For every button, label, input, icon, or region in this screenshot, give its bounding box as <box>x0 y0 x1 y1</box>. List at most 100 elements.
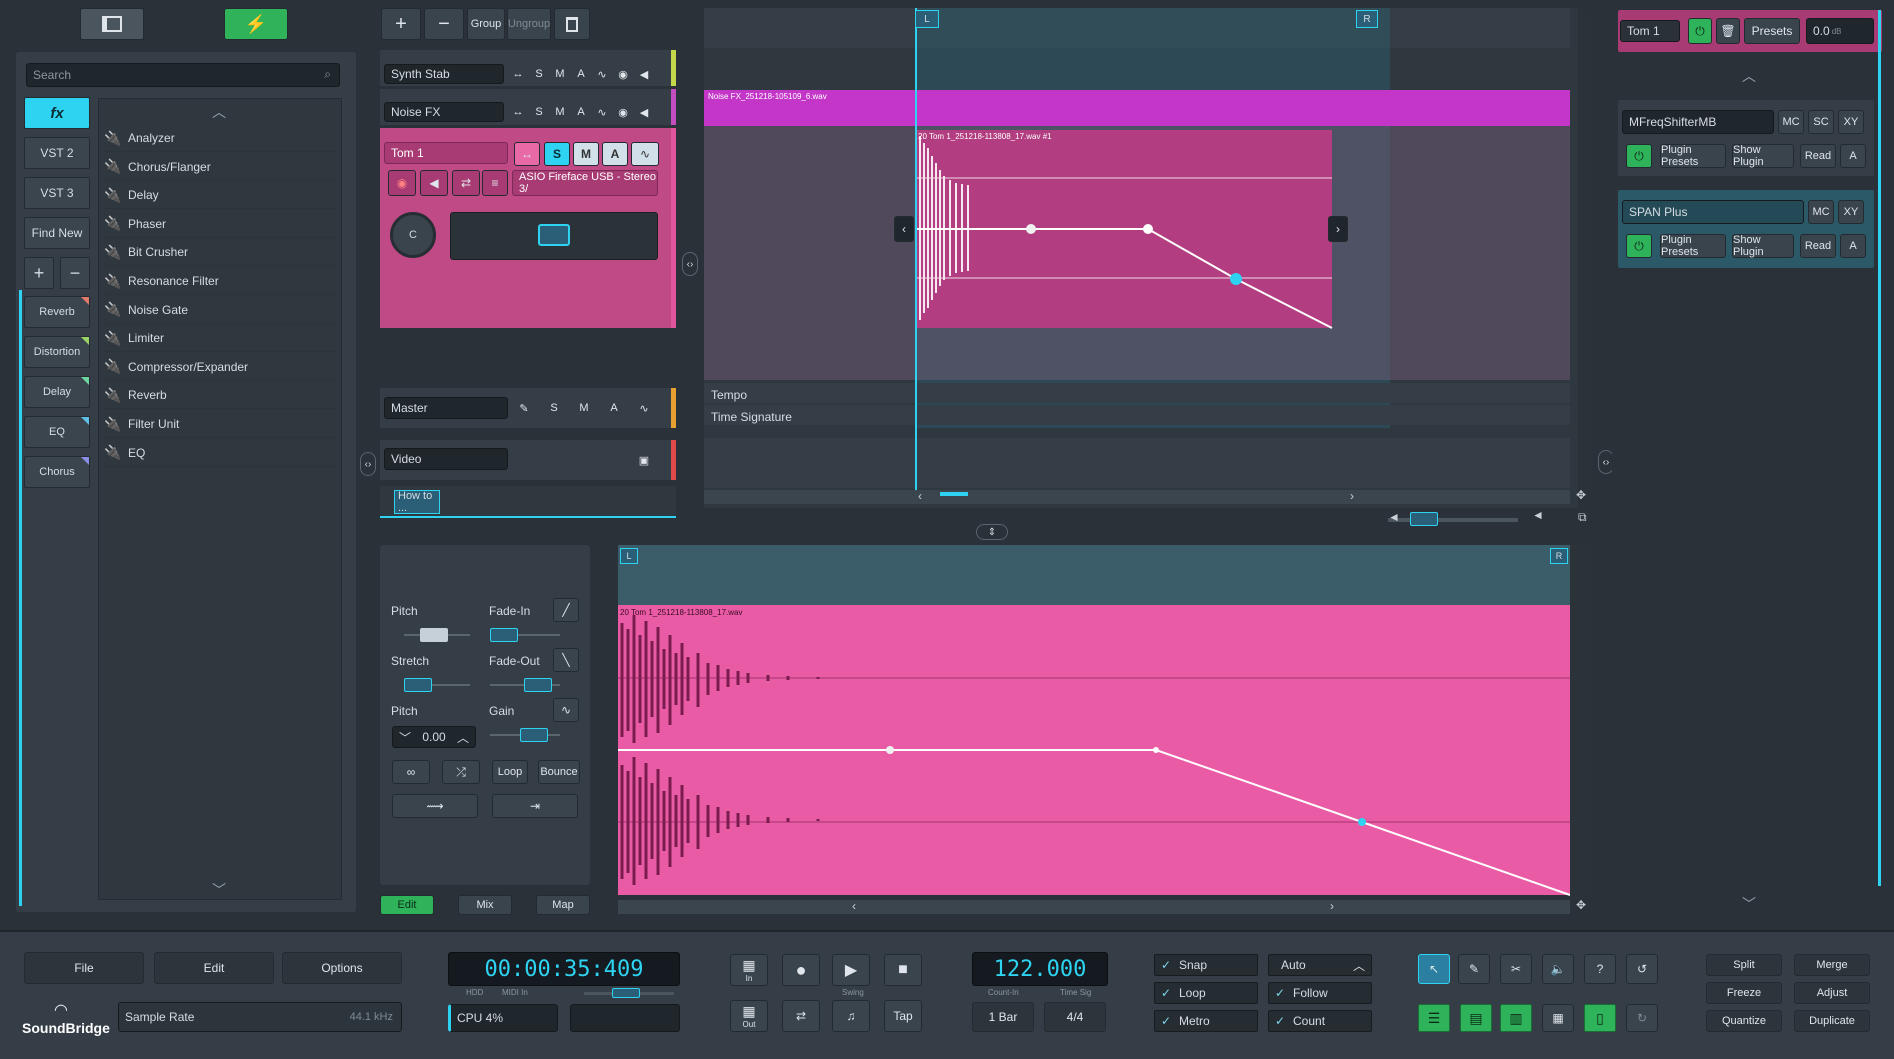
monitor-icon[interactable]: ◀ <box>634 103 654 121</box>
editor-locator-right[interactable]: R <box>1550 548 1568 564</box>
rack-presets-button[interactable]: Presets <box>1744 18 1800 44</box>
rack-track-name[interactable]: Tom 1 <box>1620 20 1680 42</box>
plugin-name-field[interactable]: MFreqShifterMB <box>1622 110 1774 134</box>
scroll-down-icon[interactable]: ﹀ <box>212 880 226 900</box>
category-distortion[interactable]: Distortion <box>24 336 90 368</box>
play-button[interactable]: ▶ <box>832 954 870 986</box>
delete-track-button[interactable] <box>554 8 590 40</box>
master-solo-button[interactable]: S <box>544 399 564 417</box>
move-icon[interactable]: ✥ <box>1576 488 1586 502</box>
plugin-toggle-button[interactable]: ⚡ <box>224 8 288 40</box>
punch-in-button[interactable]: ▦ In <box>730 954 768 986</box>
pointer-tool-icon[interactable]: ↖ <box>1418 954 1450 984</box>
clip-next-button[interactable]: › <box>1328 216 1348 242</box>
scroll-up-icon[interactable]: ︿ <box>212 102 226 122</box>
rack-scroll-down-icon[interactable]: ﹀ <box>1742 894 1756 914</box>
zoom-in-icon[interactable]: ◄ <box>1532 508 1544 522</box>
automation-curve-icon[interactable]: ∿ <box>592 65 612 83</box>
rack-view-icon[interactable]: ▯ <box>1584 1004 1616 1032</box>
plugin-a-button[interactable]: A <box>1840 144 1866 168</box>
rack-volume-field[interactable]: 0.0 dB <box>1806 18 1874 44</box>
effect-item[interactable]: 🔌 Analyzer <box>100 125 340 152</box>
tab-how-to[interactable]: How to ... <box>394 490 440 514</box>
automation-button[interactable]: A <box>571 65 591 83</box>
clip-prev-button[interactable]: ‹ <box>894 216 914 242</box>
gain-curve-icon[interactable]: ∿ <box>553 698 579 722</box>
effect-item[interactable]: 🔌 Noise Gate <box>100 297 340 324</box>
options-menu[interactable]: Options <box>282 952 402 984</box>
loop-toggle[interactable]: ✓ Loop <box>1154 982 1258 1004</box>
master-name-field[interactable]: Master <box>384 397 508 419</box>
add-track-button[interactable]: + <box>381 8 421 40</box>
effect-item[interactable]: 🔌 Reverb <box>100 382 340 410</box>
category-eq[interactable]: EQ <box>24 416 90 448</box>
snap-mode-select[interactable]: Auto ︿ <box>1268 954 1372 976</box>
redo-icon[interactable]: ↻ <box>1626 1004 1658 1032</box>
editor-move-icon[interactable]: ✥ <box>1576 898 1586 912</box>
loop-button[interactable]: Loop <box>492 760 528 784</box>
add-folder-button[interactable]: + <box>24 257 54 289</box>
category-delay[interactable]: Delay <box>24 376 90 408</box>
plugin-xy-button[interactable]: XY <box>1838 110 1864 134</box>
ungroup-button[interactable]: Ungroup <box>507 8 551 40</box>
position-slider-handle[interactable] <box>612 988 640 998</box>
track-record-mode-button[interactable]: ↔ <box>514 142 540 166</box>
tab-edit[interactable]: Edit <box>380 895 434 915</box>
mute-button[interactable]: M <box>550 65 570 83</box>
master-mute-button[interactable]: M <box>574 399 594 417</box>
plugin-sc-button[interactable]: SC <box>1808 110 1834 134</box>
splitter-handle[interactable]: ⇕ <box>976 524 1008 540</box>
record-arm-icon[interactable]: ◉ <box>613 65 633 83</box>
arranger-vscroll[interactable] <box>1580 10 1590 490</box>
search-input[interactable]: Search ⌕ <box>26 63 340 87</box>
plugin-mc-button[interactable]: MC <box>1778 110 1804 134</box>
count-toggle[interactable]: ✓ Count <box>1268 1010 1372 1032</box>
sample-editor[interactable] <box>618 545 1590 917</box>
plugin-xy-button[interactable]: XY <box>1838 200 1864 224</box>
effect-item[interactable]: 🔌 Filter Unit <box>100 411 340 438</box>
show-plugin-button[interactable]: Show Plugin <box>1732 234 1794 258</box>
effect-item[interactable]: 🔌 Delay <box>100 182 340 210</box>
split-view-icon[interactable]: ⧉ <box>1578 510 1587 525</box>
file-menu[interactable]: File <box>24 952 144 984</box>
merge-button[interactable]: Merge <box>1794 954 1870 976</box>
time-signature-select[interactable]: 4/4 <box>1044 1002 1106 1032</box>
pencil-tool-icon[interactable]: ✎ <box>1458 954 1490 984</box>
volume-fader-handle[interactable] <box>538 224 570 246</box>
find-new-button[interactable]: Find New <box>24 217 90 249</box>
effect-item[interactable]: 🔌 Resonance Filter <box>100 268 340 295</box>
plugin-presets-button[interactable]: Plugin Presets <box>1660 144 1726 168</box>
slice-to-midi-icon[interactable]: ⇥ <box>492 794 578 818</box>
stop-button[interactable]: ■ <box>884 954 922 986</box>
effect-item[interactable]: 🔌 Compressor/Expander <box>100 354 340 381</box>
scissors-tool-icon[interactable]: ✂ <box>1500 954 1532 984</box>
vst2-tab[interactable]: VST 2 <box>24 137 90 169</box>
remove-folder-button[interactable]: − <box>60 257 90 289</box>
fx-tab[interactable]: fx <box>24 97 90 129</box>
duplicate-button[interactable]: Duplicate <box>1794 1010 1870 1032</box>
plugin-read-button[interactable]: Read <box>1800 234 1836 258</box>
piano-roll-view-icon[interactable]: ▦ <box>1542 1004 1574 1032</box>
automation-curve-icon[interactable]: ∿ <box>592 103 612 121</box>
track-record-mode-button[interactable]: ↔ <box>508 103 528 121</box>
track-name-field[interactable]: Synth Stab <box>384 64 504 84</box>
split-button[interactable]: Split <box>1706 954 1782 976</box>
pitch-slider-handle[interactable] <box>420 628 448 642</box>
shuffle-icon[interactable]: ⤮ <box>442 760 480 784</box>
edit-menu[interactable]: Edit <box>154 952 274 984</box>
increment-icon[interactable]: ︿ <box>457 729 469 746</box>
effect-item[interactable]: 🔌 Chorus/Flanger <box>100 154 340 181</box>
effect-item[interactable]: 🔌 Bit Crusher <box>100 239 340 267</box>
tab-map[interactable]: Map <box>536 895 590 915</box>
zoom-slider[interactable] <box>1388 518 1518 522</box>
master-automation-button[interactable]: A <box>604 399 624 417</box>
routing-icon[interactable]: ⇄ <box>452 170 480 196</box>
rack-trash-icon[interactable]: 🗑 <box>1716 18 1740 44</box>
track-record-mode-button[interactable]: ↔ <box>508 65 528 83</box>
mute-button[interactable]: M <box>550 103 570 121</box>
editor-locator-left[interactable]: L <box>620 548 638 564</box>
gain-slider-handle[interactable] <box>520 728 548 742</box>
fade-out-slider-handle[interactable] <box>524 678 552 692</box>
link-icon[interactable]: ∞ <box>392 760 430 784</box>
mute-button[interactable]: M <box>573 142 599 166</box>
